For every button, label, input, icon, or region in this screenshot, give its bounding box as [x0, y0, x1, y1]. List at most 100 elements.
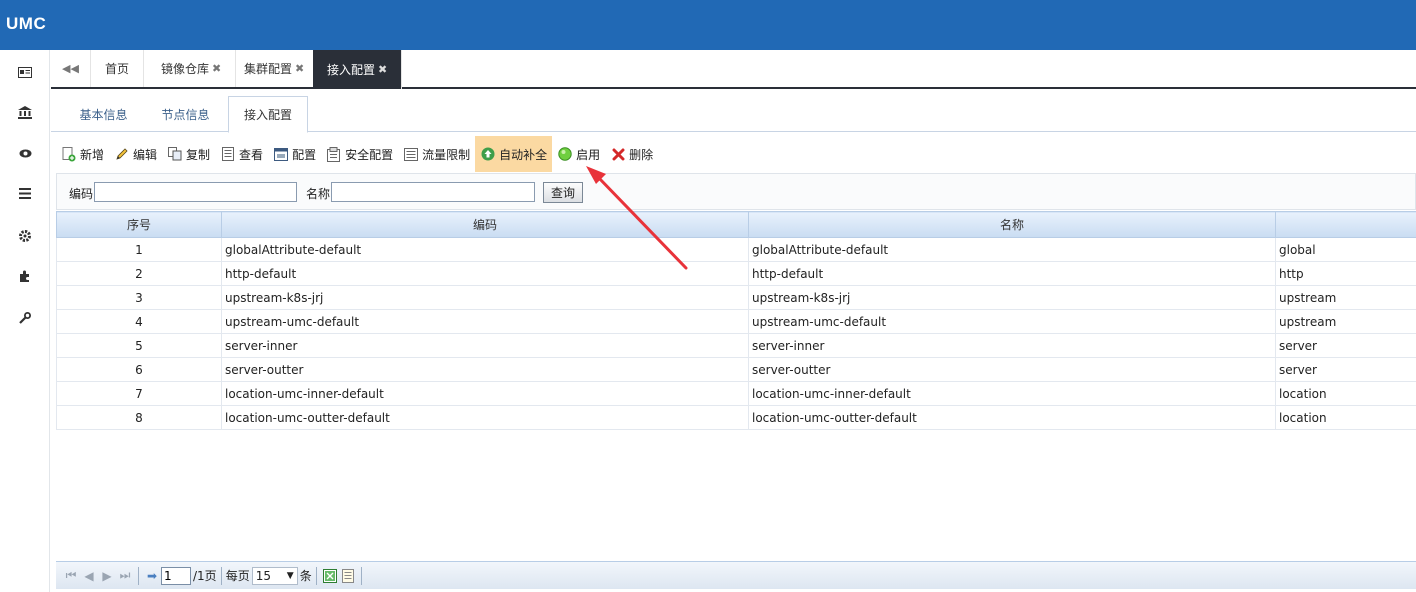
copy-button[interactable]: 复制 [162, 136, 215, 172]
pager-divider [360, 566, 362, 585]
rate-limit-button[interactable]: 流量限制 [398, 136, 475, 172]
wrench-icon[interactable] [15, 308, 35, 328]
pencil-icon [114, 146, 130, 162]
edit-button[interactable]: 编辑 [109, 136, 162, 172]
tab-label: 接入配置 [327, 63, 376, 77]
tab-label: 镜像仓库 [161, 62, 210, 76]
total-pages: /1页 [193, 569, 217, 583]
auto-complete-button[interactable]: 自动补全 [475, 136, 553, 172]
cell-name: server-outter [748, 357, 1276, 382]
column-header-code[interactable]: 编码 [221, 211, 749, 238]
enable-button[interactable]: 启用 [552, 136, 605, 172]
name-input[interactable] [331, 182, 535, 202]
column-header-seq[interactable]: 序号 [56, 211, 222, 238]
cell-code: http-default [221, 261, 749, 286]
cell-code: location-umc-outter-default [221, 405, 749, 430]
eye-icon[interactable] [15, 143, 35, 163]
cell-seq: 5 [56, 333, 222, 358]
app-logo: UMC [6, 14, 47, 33]
subtab-label: 基本信息 [79, 107, 128, 122]
copy-icon [167, 146, 183, 162]
puzzle-icon[interactable] [15, 266, 35, 286]
name-label: 名称 [306, 187, 331, 201]
document-export-icon[interactable] [339, 567, 357, 585]
tab-scroll-left-icon[interactable]: ◀◀ [51, 50, 91, 87]
cell-type: server [1275, 357, 1416, 382]
cell-type: upstream [1275, 285, 1416, 310]
table-row[interactable]: 1 globalAttribute-default globalAttribute-… [56, 237, 1416, 262]
subtab-access-config[interactable]: 接入配置 [228, 96, 308, 133]
bank-icon[interactable] [15, 102, 35, 122]
sub-tab-bar: 基本信息 节点信息 接入配置 [51, 96, 1416, 133]
cell-code: upstream-k8s-jrj [221, 285, 749, 310]
document-icon [220, 146, 236, 162]
last-page-icon[interactable]: ⏭ [116, 567, 134, 585]
table-row[interactable]: 8 location-umc-outter-default location-umc… [56, 405, 1416, 430]
lock-document-icon [326, 146, 342, 162]
column-header-name[interactable]: 名称 [748, 211, 1276, 238]
cell-name: http-default [748, 261, 1276, 286]
tab-access-config[interactable]: 接入配置 ✖ [313, 50, 403, 89]
tab-label: 首页 [105, 62, 130, 76]
green-circle-icon [557, 146, 573, 162]
cell-code: server-outter [221, 357, 749, 382]
toolbar: 新增 编辑 复制 查看 配置 安全配置 流量限制 自动补全 启用 删除 [56, 136, 658, 172]
tab-home[interactable]: 首页 [91, 50, 145, 87]
per-page-select[interactable]: 15 ▼ [251, 566, 298, 585]
next-page-icon[interactable]: ▶ [98, 567, 116, 585]
pager-divider [315, 566, 317, 585]
cell-type: location [1275, 381, 1416, 406]
per-page-label: 每页 [225, 569, 250, 583]
add-icon [61, 146, 77, 162]
red-x-icon [610, 146, 626, 162]
cell-type: upstream [1275, 309, 1416, 334]
cell-seq: 1 [56, 237, 222, 262]
cell-seq: 3 [56, 285, 222, 310]
cell-name: server-inner [748, 333, 1276, 358]
id-card-icon[interactable] [15, 62, 35, 82]
table-row[interactable]: 2 http-default http-default http [56, 261, 1416, 286]
delete-button[interactable]: 删除 [605, 136, 658, 172]
cell-name: location-umc-inner-default [748, 381, 1276, 406]
cell-code: globalAttribute-default [221, 237, 749, 262]
subtab-node-info[interactable]: 节点信息 [148, 96, 223, 132]
config-button[interactable]: 配置 [268, 136, 321, 172]
tab-cluster-config[interactable]: 集群配置 ✖ [230, 50, 320, 87]
go-page-arrow-icon[interactable]: ➡ [143, 567, 161, 585]
cell-name: upstream-umc-default [748, 309, 1276, 334]
cell-name: location-umc-outter-default [748, 405, 1276, 430]
table-row[interactable]: 4 upstream-umc-default upstream-umc-defaul… [56, 309, 1416, 334]
close-icon[interactable]: ✖ [295, 62, 304, 75]
query-button[interactable]: 查询 [543, 182, 583, 203]
pager: ⏮ ◀ ▶ ⏭ ➡ /1页 每页 15 ▼ 条 [56, 561, 1416, 589]
list-icon[interactable] [15, 183, 35, 203]
excel-export-icon[interactable] [321, 567, 339, 585]
view-button[interactable]: 查看 [215, 136, 268, 172]
page-number-input[interactable] [161, 566, 191, 585]
table-row[interactable]: 6 server-outter server-outter server [56, 357, 1416, 382]
table-header-row: 序号 编码 名称 [56, 211, 1416, 238]
first-page-icon[interactable]: ⏮ [62, 567, 80, 585]
subtab-basic-info[interactable]: 基本信息 [66, 96, 141, 132]
pager-divider [220, 566, 222, 585]
table-row[interactable]: 3 upstream-k8s-jrj upstream-k8s-jrj upstrea… [56, 285, 1416, 310]
cell-seq: 6 [56, 357, 222, 382]
code-input[interactable] [94, 182, 297, 202]
security-config-button[interactable]: 安全配置 [321, 136, 398, 172]
gear-icon[interactable] [15, 226, 35, 246]
cell-code: location-umc-inner-default [221, 381, 749, 406]
close-icon[interactable]: ✖ [378, 63, 387, 76]
column-header-type[interactable] [1275, 211, 1416, 238]
close-icon[interactable]: ✖ [212, 62, 221, 75]
tab-image-repo[interactable]: 镜像仓库 ✖ [147, 50, 237, 87]
per-page-unit: 条 [299, 569, 312, 583]
add-button[interactable]: 新增 [56, 136, 109, 172]
cell-type: http [1275, 261, 1416, 286]
table-row[interactable]: 5 server-inner server-inner server [56, 333, 1416, 358]
sidebar [0, 50, 50, 592]
pager-divider [138, 566, 139, 585]
cell-code: server-inner [221, 333, 749, 358]
search-bar: 编码 名称 查询 [56, 173, 1416, 210]
prev-page-icon[interactable]: ◀ [80, 567, 98, 585]
table-row[interactable]: 7 location-umc-inner-default location-umc-… [56, 381, 1416, 406]
